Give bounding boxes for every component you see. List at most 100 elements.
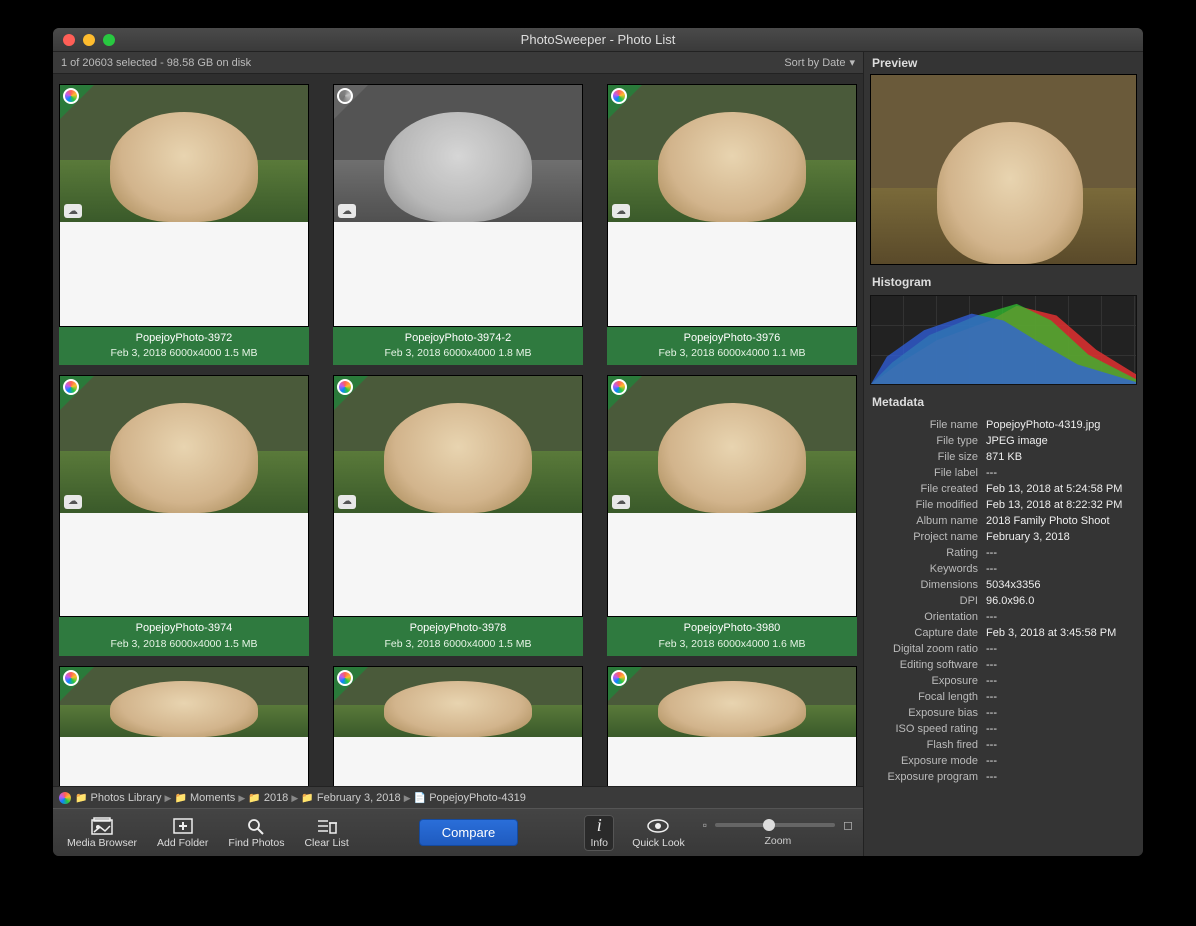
- thumbnail-caption: PopejoyPhoto-3976Feb 3, 2018 6000x4000 1…: [607, 327, 857, 365]
- thumbnail-details: Feb 3, 2018 6000x4000 1.5 MB: [61, 637, 307, 652]
- metadata-row: Exposure program---: [872, 769, 1135, 785]
- info-label: Info: [590, 837, 608, 849]
- cloud-icon: ☁: [338, 204, 356, 218]
- metadata-key: File label: [872, 467, 978, 479]
- compare-button[interactable]: Compare: [419, 819, 518, 846]
- chevron-down-icon: ▾: [849, 56, 855, 69]
- metadata-value: ---: [986, 611, 1135, 623]
- metadata-key: Flash fired: [872, 739, 978, 751]
- thumbnail-caption: PopejoyPhoto-3974-2Feb 3, 2018 6000x4000…: [333, 327, 583, 365]
- metadata-key: Digital zoom ratio: [872, 643, 978, 655]
- metadata-row: Editing software---: [872, 657, 1135, 673]
- window-controls: [53, 34, 115, 46]
- zoom-window-button[interactable]: [103, 34, 115, 46]
- media-browser-label: Media Browser: [67, 837, 137, 849]
- photo-thumbnail[interactable]: ☁PopejoyPhoto-3976Feb 3, 2018 6000x4000 …: [607, 84, 857, 365]
- bottom-toolbar: Media Browser Add Folder Find Photos: [53, 808, 863, 856]
- find-photos-button[interactable]: Find Photos: [224, 815, 288, 851]
- path-segment[interactable]: February 3, 2018: [317, 792, 401, 804]
- metadata-key: DPI: [872, 595, 978, 607]
- path-segment[interactable]: Photos Library: [91, 792, 162, 804]
- metadata-key: File name: [872, 419, 978, 431]
- thumbnail-name: PopejoyPhoto-3978: [335, 621, 581, 636]
- path-segment[interactable]: PopejoyPhoto-4319: [429, 792, 526, 804]
- add-folder-button[interactable]: Add Folder: [153, 815, 212, 851]
- photo-thumbnail[interactable]: [333, 666, 583, 786]
- metadata-row: Digital zoom ratio---: [872, 641, 1135, 657]
- metadata-key: Focal length: [872, 691, 978, 703]
- zoom-in-icon[interactable]: ◻: [843, 818, 853, 832]
- cloud-icon: ☁: [338, 495, 356, 509]
- metadata-row: Project nameFebruary 3, 2018: [872, 529, 1135, 545]
- chevron-right-icon: ▶: [165, 793, 172, 803]
- photo-thumbnail[interactable]: ☁ PopejoyPhoto-3974-2Feb 3, 2018 6000x400…: [333, 84, 583, 365]
- cloud-icon: ☁: [64, 204, 82, 218]
- metadata-row: File typeJPEG image: [872, 433, 1135, 449]
- minimize-window-button[interactable]: [83, 34, 95, 46]
- thumbnail-caption: PopejoyPhoto-3974Feb 3, 2018 6000x4000 1…: [59, 617, 309, 655]
- sidebar: Preview Histogram Metadata File nam: [863, 52, 1143, 856]
- info-icon: i: [588, 817, 610, 835]
- metadata-value: Feb 3, 2018 at 3:45:58 PM: [986, 627, 1135, 639]
- metadata-value: 871 KB: [986, 451, 1135, 463]
- photos-library-icon: [63, 379, 79, 395]
- thumbnail-details: Feb 3, 2018 6000x4000 1.8 MB: [335, 346, 581, 361]
- content: 1 of 20603 selected - 98.58 GB on disk S…: [53, 52, 1143, 856]
- metadata-row: Rating---: [872, 545, 1135, 561]
- photo-thumbnail[interactable]: [59, 666, 309, 786]
- metadata-row: File name PopejoyPhoto-4319.jpg: [872, 417, 1135, 433]
- clear-list-button[interactable]: Clear List: [300, 815, 352, 851]
- selection-status: 1 of 20603 selected - 98.58 GB on disk: [61, 57, 251, 69]
- photo-thumbnail[interactable]: [607, 666, 857, 786]
- metadata-value: Feb 13, 2018 at 5:24:58 PM: [986, 483, 1135, 495]
- metadata-key: Album name: [872, 515, 978, 527]
- metadata-value: ---: [986, 739, 1135, 751]
- zoom-slider[interactable]: [715, 823, 835, 827]
- metadata-value: Feb 13, 2018 at 8:22:32 PM: [986, 499, 1135, 511]
- photo-thumbnail[interactable]: ☁ PopejoyPhoto-3974Feb 3, 2018 6000x4000 …: [59, 375, 309, 656]
- photos-library-icon: [611, 88, 627, 104]
- cloud-icon: ☁: [64, 495, 82, 509]
- sort-dropdown[interactable]: Sort by Date ▾: [784, 56, 855, 69]
- thumbnail-name: PopejoyPhoto-3980: [609, 621, 855, 636]
- status-bar: 1 of 20603 selected - 98.58 GB on disk S…: [53, 52, 863, 74]
- metadata-row: DPI96.0x96.0: [872, 593, 1135, 609]
- metadata-value: ---: [986, 707, 1135, 719]
- zoom-control: ▫ ◻ Zoom: [703, 818, 853, 847]
- photo-thumbnail[interactable]: ☁PopejoyPhoto-3978Feb 3, 2018 6000x4000 …: [333, 375, 583, 656]
- photo-grid[interactable]: ☁PopejoyPhoto-3972Feb 3, 2018 6000x4000 …: [53, 74, 863, 786]
- sort-label: Sort by Date: [784, 57, 845, 69]
- metadata-key: File type: [872, 435, 978, 447]
- metadata-value: ---: [986, 723, 1135, 735]
- histogram-header: Histogram: [864, 271, 1143, 293]
- photos-library-icon: [63, 88, 79, 104]
- metadata-key: Exposure: [872, 675, 978, 687]
- metadata-row: Focal length---: [872, 689, 1135, 705]
- metadata-list[interactable]: File name PopejoyPhoto-4319.jpg File typeJ…: [864, 413, 1143, 856]
- path-segment[interactable]: Moments: [190, 792, 235, 804]
- thumbnail-name: PopejoyPhoto-3972: [61, 331, 307, 346]
- info-button[interactable]: i Info: [584, 815, 614, 851]
- window-title: PhotoSweeper - Photo List: [53, 32, 1143, 47]
- quick-look-button[interactable]: Quick Look: [628, 815, 689, 851]
- path-segment[interactable]: 2018: [264, 792, 288, 804]
- media-browser-button[interactable]: Media Browser: [63, 815, 141, 851]
- metadata-key: Editing software: [872, 659, 978, 671]
- thumbnail-name: PopejoyPhoto-3976: [609, 331, 855, 346]
- thumbnail-details: Feb 3, 2018 6000x4000 1.1 MB: [609, 346, 855, 361]
- add-folder-label: Add Folder: [157, 837, 208, 849]
- zoom-out-icon[interactable]: ▫: [703, 818, 707, 832]
- thumbnail-caption: PopejoyPhoto-3972Feb 3, 2018 6000x4000 1…: [59, 327, 309, 365]
- metadata-key: Keywords: [872, 563, 978, 575]
- photo-thumbnail[interactable]: ☁PopejoyPhoto-3980Feb 3, 2018 6000x4000 …: [607, 375, 857, 656]
- metadata-value: PopejoyPhoto-4319.jpg: [986, 419, 1135, 431]
- photo-thumbnail[interactable]: ☁ PopejoyPhoto-3972Feb 3, 2018 6000x4000 …: [59, 84, 309, 365]
- preview-header: Preview: [864, 52, 1143, 74]
- metadata-key: Exposure program: [872, 771, 978, 783]
- preview-image[interactable]: [870, 74, 1137, 265]
- metadata-row: File label---: [872, 465, 1135, 481]
- photos-library-icon: [611, 379, 627, 395]
- metadata-key: File size: [872, 451, 978, 463]
- metadata-row: Album name2018 Family Photo Shoot: [872, 513, 1135, 529]
- close-window-button[interactable]: [63, 34, 75, 46]
